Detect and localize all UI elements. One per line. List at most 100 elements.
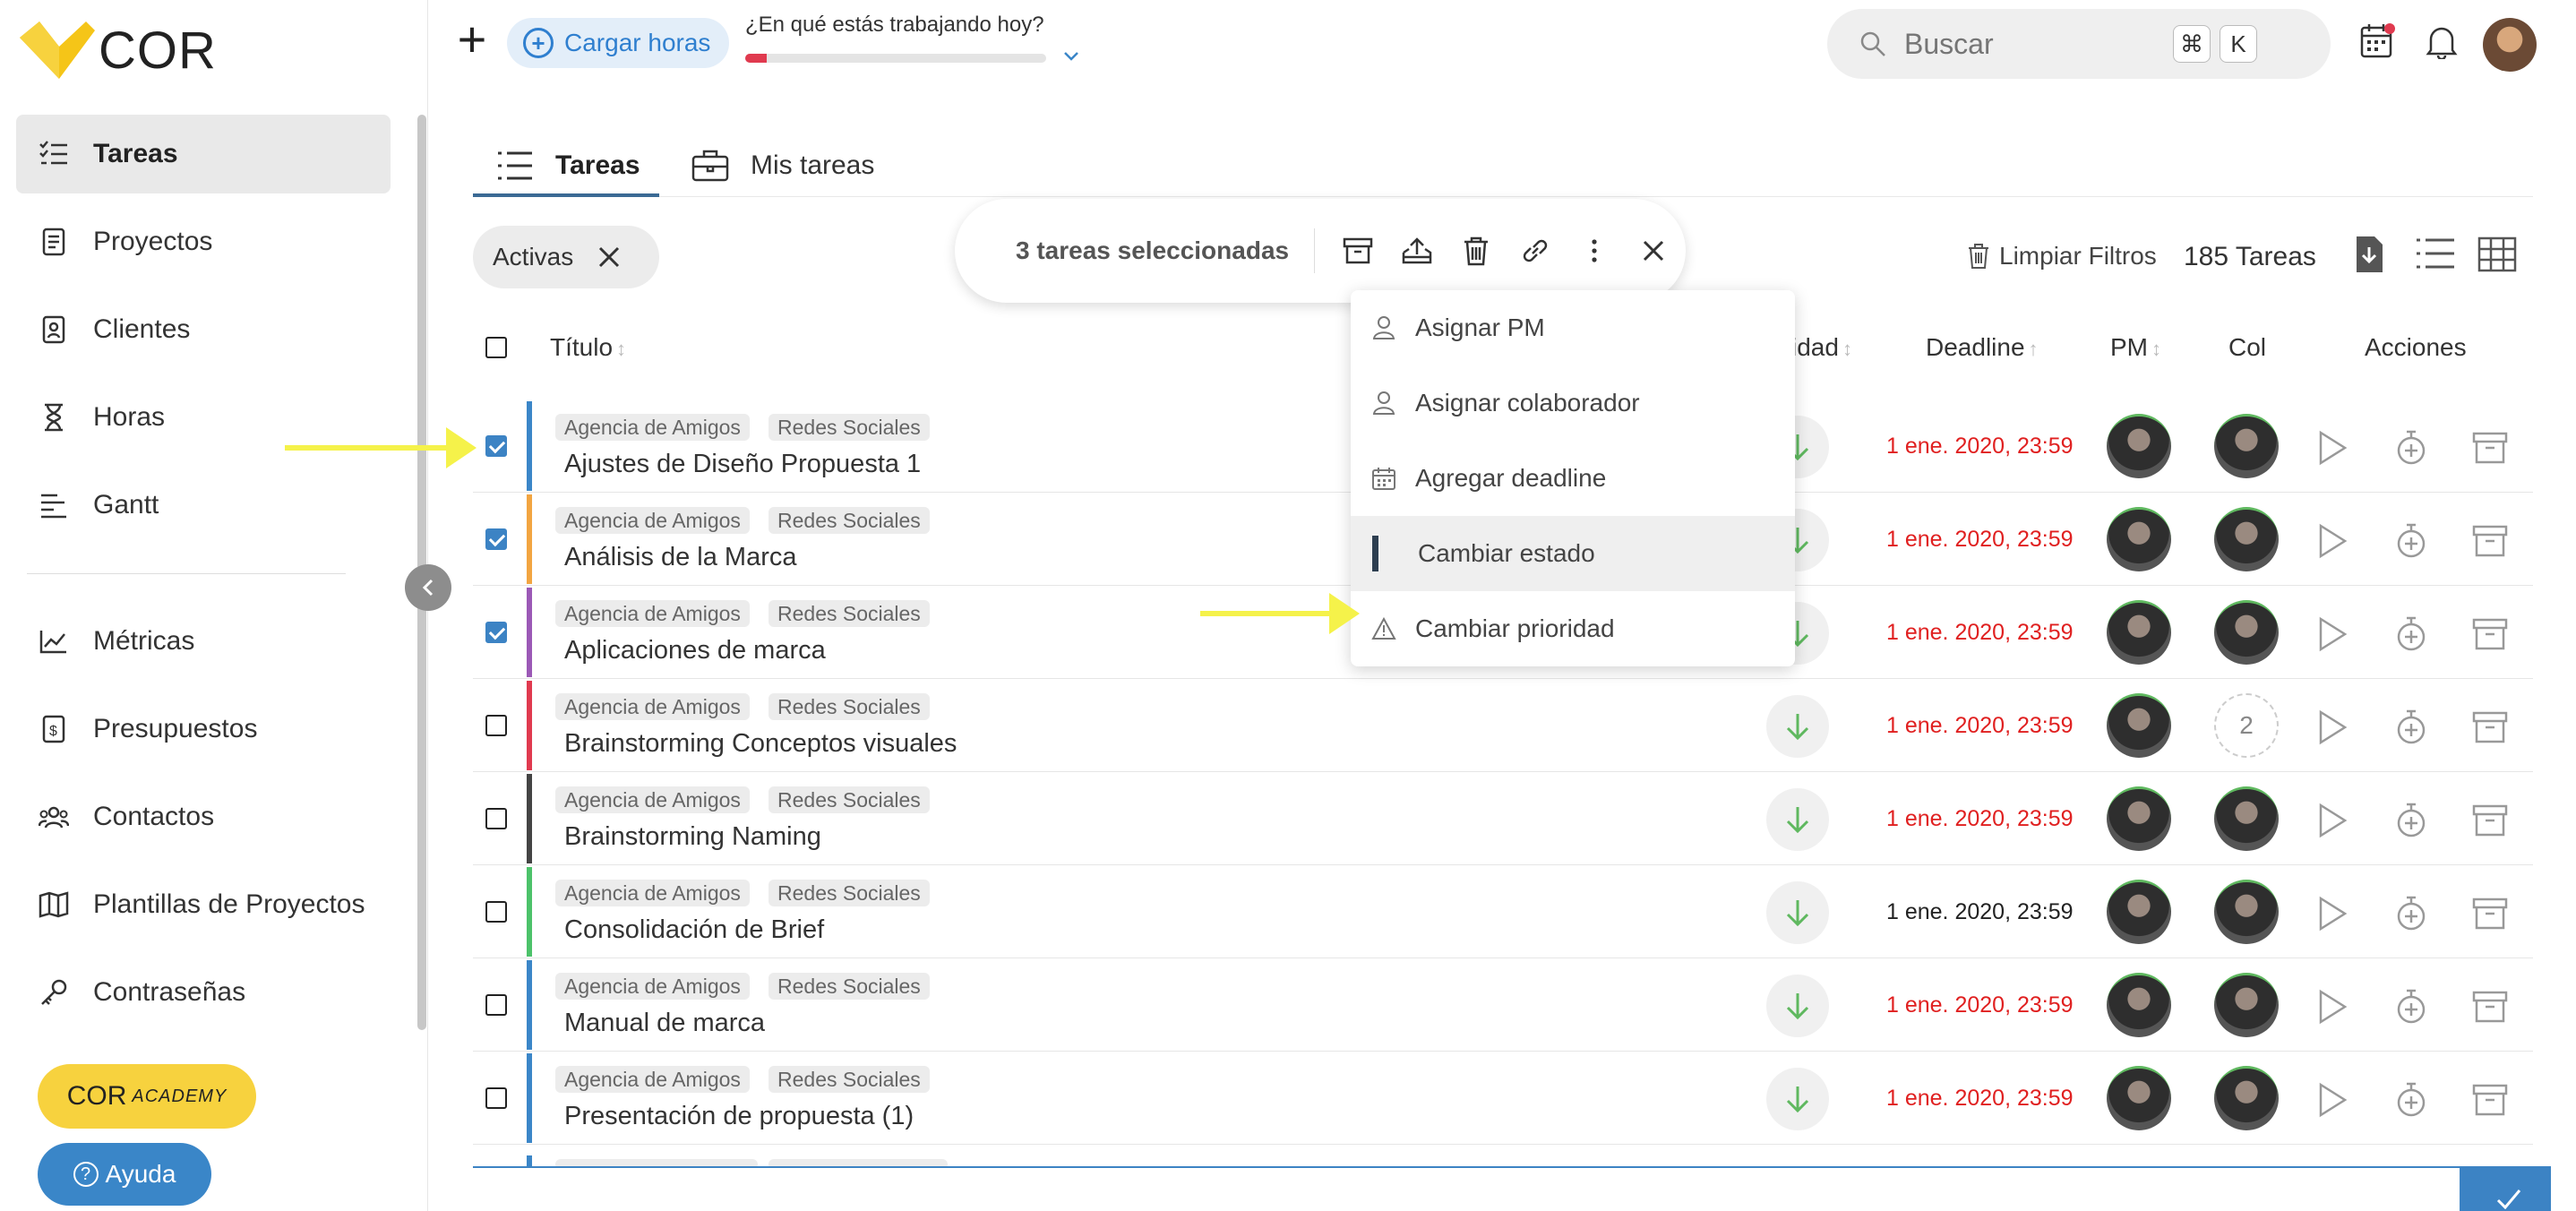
upload-icon[interactable] bbox=[1401, 235, 1433, 267]
row-title[interactable]: Consolidación de Brief bbox=[564, 915, 824, 945]
cargar-horas-button[interactable]: + Cargar horas bbox=[507, 18, 729, 68]
column-header-title[interactable]: Título ↕ bbox=[550, 333, 626, 362]
add-timer-icon[interactable] bbox=[2391, 428, 2431, 468]
more-vertical-icon[interactable] bbox=[1578, 235, 1610, 267]
help-button[interactable]: ? Ayuda bbox=[38, 1143, 211, 1206]
bottom-confirm-button[interactable] bbox=[2460, 1166, 2551, 1211]
calendar-icon[interactable] bbox=[2359, 21, 2395, 64]
archive-icon[interactable] bbox=[2470, 987, 2510, 1026]
pm-avatar[interactable] bbox=[2107, 693, 2171, 758]
collaborator-count[interactable]: 2 bbox=[2214, 693, 2279, 758]
play-icon[interactable] bbox=[2313, 894, 2352, 933]
sidebar-item-gantt[interactable]: Gantt bbox=[16, 466, 391, 545]
grid-view-icon[interactable] bbox=[2477, 236, 2517, 272]
row-title[interactable]: Presentación de propuesta (1) bbox=[564, 1102, 914, 1131]
add-timer-icon[interactable] bbox=[2391, 1080, 2431, 1120]
row-deadline[interactable]: 1 ene. 2020, 23:59 bbox=[1886, 1086, 2074, 1112]
user-avatar[interactable] bbox=[2483, 18, 2537, 72]
add-timer-icon[interactable] bbox=[2391, 801, 2431, 840]
collapse-sidebar-button[interactable] bbox=[405, 564, 451, 611]
close-selection-icon[interactable] bbox=[1637, 235, 1670, 267]
play-icon[interactable] bbox=[2313, 1080, 2352, 1120]
table-row[interactable]: Agencia de Amigos Redes Sociales Consolida… bbox=[473, 865, 2533, 958]
collaborator-avatar[interactable] bbox=[2214, 973, 2279, 1037]
add-timer-icon[interactable] bbox=[2391, 894, 2431, 933]
play-icon[interactable] bbox=[2313, 801, 2352, 840]
play-icon[interactable] bbox=[2313, 521, 2352, 561]
pm-avatar[interactable] bbox=[2107, 1066, 2171, 1130]
collaborator-avatar[interactable] bbox=[2214, 880, 2279, 944]
working-prompt[interactable]: ¿En qué estás trabajando hoy? bbox=[745, 13, 1044, 38]
row-checkbox[interactable] bbox=[485, 901, 507, 923]
sidebar-item-contrasenas[interactable]: Contraseñas bbox=[16, 953, 391, 1032]
menu-item-cambiar-estado[interactable]: Cambiar estado bbox=[1351, 516, 1795, 591]
row-deadline[interactable]: 1 ene. 2020, 23:59 bbox=[1886, 620, 2074, 646]
play-icon[interactable] bbox=[2313, 987, 2352, 1026]
row-checkbox[interactable] bbox=[485, 528, 507, 550]
row-checkbox[interactable] bbox=[485, 808, 507, 829]
add-timer-icon[interactable] bbox=[2391, 987, 2431, 1026]
sidebar-item-clientes[interactable]: Clientes bbox=[16, 290, 391, 369]
menu-item-agregar-deadline[interactable]: Agregar deadline bbox=[1351, 441, 1795, 516]
row-title[interactable]: Análisis de la Marca bbox=[564, 543, 797, 572]
priority-low-icon[interactable] bbox=[1766, 1068, 1829, 1130]
archive-icon[interactable] bbox=[2470, 801, 2510, 840]
priority-low-icon[interactable] bbox=[1766, 695, 1829, 758]
row-deadline[interactable]: 1 ene. 2020, 23:59 bbox=[1886, 806, 2074, 832]
archive-icon[interactable] bbox=[2470, 614, 2510, 654]
trash-icon[interactable] bbox=[1460, 235, 1492, 267]
row-title[interactable]: Brainstorming Naming bbox=[564, 822, 821, 852]
table-row[interactable]: Agencia de Amigos Redes Sociales Presentac… bbox=[473, 1052, 2533, 1145]
archive-icon[interactable] bbox=[2470, 708, 2510, 747]
collaborator-avatar[interactable] bbox=[2214, 786, 2279, 851]
table-row[interactable]: Agencia de Amigos Redes Sociales Manual de… bbox=[473, 958, 2533, 1052]
row-title[interactable]: Manual de marca bbox=[564, 1009, 765, 1038]
row-checkbox[interactable] bbox=[485, 435, 507, 457]
row-deadline[interactable]: 1 ene. 2020, 23:59 bbox=[1886, 992, 2074, 1018]
archive-icon[interactable] bbox=[2470, 428, 2510, 468]
row-title[interactable]: Aplicaciones de marca bbox=[564, 636, 826, 666]
play-icon[interactable] bbox=[2313, 428, 2352, 468]
row-title[interactable]: Ajustes de Diseño Propuesta 1 bbox=[564, 450, 921, 479]
chevron-down-icon[interactable] bbox=[1062, 45, 1080, 68]
pm-avatar[interactable] bbox=[2107, 414, 2171, 478]
table-row[interactable]: Agencia de Amigos Redes Sociales Brainstor… bbox=[473, 772, 2533, 865]
filter-chip-activas[interactable]: Activas bbox=[473, 226, 659, 288]
pm-avatar[interactable] bbox=[2107, 973, 2171, 1037]
row-deadline[interactable]: 1 ene. 2020, 23:59 bbox=[1886, 713, 2074, 739]
sidebar-item-contactos[interactable]: Contactos bbox=[16, 777, 391, 856]
sidebar-item-tareas[interactable]: Tareas bbox=[16, 115, 391, 193]
cor-logo[interactable]: COR bbox=[20, 20, 217, 81]
archive-icon[interactable] bbox=[2470, 894, 2510, 933]
column-header-pm[interactable]: PM ↕ bbox=[2110, 333, 2161, 362]
add-button[interactable]: + bbox=[451, 14, 493, 64]
priority-low-icon[interactable] bbox=[1766, 788, 1829, 851]
cor-academy-button[interactable]: COR ACADEMY bbox=[38, 1064, 256, 1129]
play-icon[interactable] bbox=[2313, 708, 2352, 747]
download-icon[interactable] bbox=[2354, 235, 2384, 274]
sidebar-item-metricas[interactable]: Métricas bbox=[16, 602, 391, 681]
sidebar-item-presupuestos[interactable]: $ Presupuestos bbox=[16, 690, 391, 769]
row-deadline[interactable]: 1 ene. 2020, 23:59 bbox=[1886, 434, 2074, 459]
menu-item-asignar-colaborador[interactable]: Asignar colaborador bbox=[1351, 365, 1795, 441]
tab-mis-tareas[interactable]: Mis tareas bbox=[691, 134, 874, 197]
archive-icon[interactable] bbox=[2470, 1080, 2510, 1120]
column-header-priority[interactable]: idad ↕ bbox=[1791, 333, 1852, 362]
add-timer-icon[interactable] bbox=[2391, 708, 2431, 747]
collaborator-avatar[interactable] bbox=[2214, 1066, 2279, 1130]
search-input[interactable] bbox=[1904, 27, 2173, 61]
priority-low-icon[interactable] bbox=[1766, 881, 1829, 944]
row-checkbox[interactable] bbox=[485, 622, 507, 643]
menu-item-asignar-pm[interactable]: Asignar PM bbox=[1351, 290, 1795, 365]
play-icon[interactable] bbox=[2313, 614, 2352, 654]
pm-avatar[interactable] bbox=[2107, 786, 2171, 851]
row-checkbox[interactable] bbox=[485, 1087, 507, 1109]
table-row[interactable]: Agencia de Amigos Redes Sociales Brainstor… bbox=[473, 679, 2533, 772]
clear-filters-button[interactable]: Limpiar Filtros bbox=[1967, 242, 2157, 271]
link-icon[interactable] bbox=[1519, 235, 1551, 267]
add-timer-icon[interactable] bbox=[2391, 521, 2431, 561]
archive-icon[interactable] bbox=[2470, 521, 2510, 561]
menu-item-cambiar-prioridad[interactable]: Cambiar prioridad bbox=[1351, 591, 1795, 666]
archive-icon[interactable] bbox=[1342, 235, 1374, 267]
pm-avatar[interactable] bbox=[2107, 600, 2171, 665]
